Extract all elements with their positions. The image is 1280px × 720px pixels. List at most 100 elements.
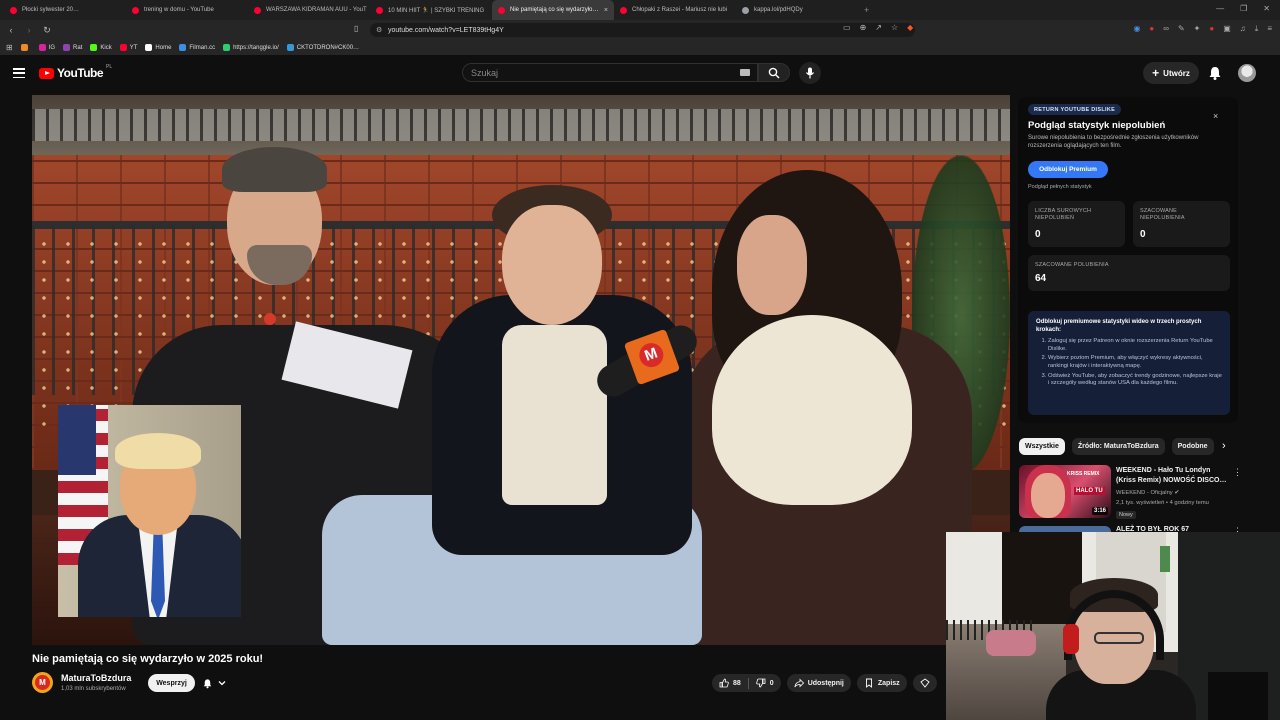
apps-grid-icon[interactable]: ⊞ bbox=[6, 43, 13, 52]
bookmark-label: Home bbox=[155, 44, 172, 51]
cast-icon[interactable]: ▭ bbox=[843, 23, 851, 32]
extension-icon[interactable]: ● bbox=[1149, 24, 1154, 34]
video-background-glass bbox=[32, 109, 1010, 141]
thumbnail-face bbox=[1031, 473, 1065, 518]
chip-all[interactable]: Wszystkie bbox=[1019, 438, 1065, 455]
tab-label: Nie pamiętają co się wydarzyło… bbox=[510, 7, 599, 13]
download-icon[interactable]: ⤓ bbox=[1255, 24, 1259, 34]
chevron-down-icon bbox=[218, 681, 226, 686]
media-icon[interactable]: ♫ bbox=[1240, 24, 1246, 34]
reload-icon[interactable]: ↻ bbox=[40, 23, 54, 37]
plus-icon: + bbox=[1152, 66, 1160, 80]
premium-step: Odśwież YouTube, aby zobaczyć trendy god… bbox=[1048, 373, 1222, 388]
browser-tab[interactable]: WARSZAWA KIDRAMAN AUU - YouT bbox=[248, 0, 370, 20]
save-button[interactable]: Zapisz bbox=[856, 674, 907, 692]
bookmark-item[interactable]: YT bbox=[119, 44, 138, 51]
sidebar-icon[interactable]: ▣ bbox=[1223, 24, 1231, 34]
youtube-logo[interactable]: YouTube PL bbox=[39, 64, 112, 80]
bookmark-item[interactable]: https://tanggle.io/ bbox=[223, 44, 279, 51]
chip-source-channel[interactable]: Źródło: MaturaToBzdura bbox=[1071, 438, 1165, 455]
recommendation-channel[interactable]: WEEKEND - Oficjalny ✔ bbox=[1116, 490, 1179, 496]
keyboard-icon[interactable] bbox=[740, 69, 750, 76]
unlock-premium-button[interactable]: Odblokuj Premium bbox=[1028, 161, 1108, 178]
browser-tab[interactable]: Płocki sylwester 20… bbox=[4, 0, 126, 20]
notifications-bell-icon[interactable] bbox=[1207, 65, 1223, 81]
ryd-panel: RETURN YOUTUBE DISLIKE × Podgląd statyst… bbox=[1018, 97, 1238, 423]
search-button[interactable] bbox=[758, 63, 790, 82]
video-player[interactable] bbox=[32, 95, 1010, 645]
girl-face bbox=[737, 215, 807, 315]
bookmark-item[interactable]: Filman.cc bbox=[179, 44, 215, 51]
new-tab-button[interactable]: + bbox=[864, 5, 869, 15]
brave-shield-icon[interactable]: ◆ bbox=[907, 23, 913, 32]
address-bar[interactable]: ⚙ youtube.com/watch?v=LET839tHg4Y bbox=[370, 23, 915, 37]
ryd-title: Podgląd statystyk niepolubień bbox=[1028, 120, 1166, 131]
bookmark-item[interactable]: Kick bbox=[90, 44, 112, 51]
share-button[interactable]: Udostępnij bbox=[786, 674, 851, 692]
channel-badge-logo bbox=[264, 313, 276, 325]
tab-favicon-icon bbox=[742, 6, 749, 14]
extension-icon[interactable]: ✎ bbox=[1178, 24, 1185, 34]
video-duration: 3:16 bbox=[1091, 507, 1108, 515]
browser-tab[interactable]: 10 MIN HIIT 🏃 | SZYBKI TRENING bbox=[370, 0, 492, 20]
channel-avatar[interactable]: M bbox=[32, 672, 53, 693]
close-tab-icon[interactable]: × bbox=[604, 7, 608, 14]
site-info-icon[interactable]: ⚙ bbox=[376, 26, 382, 34]
share-icon bbox=[794, 678, 804, 688]
browser-tab[interactable]: Chłopaki z Raszei - Mariusz nie lubi bbox=[614, 0, 736, 20]
dislike-button[interactable]: 0 bbox=[749, 678, 781, 688]
bookmark-label: YT bbox=[129, 44, 138, 51]
thanks-button[interactable] bbox=[912, 674, 937, 692]
wallet-icon[interactable]: ● bbox=[1209, 24, 1214, 34]
extension-icon[interactable]: ∞ bbox=[1163, 24, 1169, 34]
tab-list: Płocki sylwester 20… trening w domu - You… bbox=[4, 0, 858, 20]
tab-favicon-icon bbox=[254, 6, 261, 14]
puzzle-icon[interactable]: ✦ bbox=[1194, 24, 1201, 34]
close-icon[interactable]: × bbox=[1213, 111, 1218, 121]
account-avatar[interactable] bbox=[1238, 64, 1256, 82]
video-action-bar: 88 0 Udostępnij Zapisz bbox=[712, 674, 937, 692]
zoom-icon[interactable]: ⊕ bbox=[860, 23, 867, 32]
chevron-right-icon[interactable]: › bbox=[1222, 440, 1226, 452]
create-label: Utwórz bbox=[1163, 68, 1190, 78]
like-button[interactable]: 88 bbox=[712, 678, 748, 688]
restore-icon[interactable]: ❐ bbox=[1240, 4, 1247, 13]
bookmark-icon bbox=[223, 44, 231, 51]
bookmark-page-icon[interactable]: ▯ bbox=[354, 24, 358, 33]
menu-icon[interactable]: ≡ bbox=[1267, 24, 1272, 34]
chip-similar[interactable]: Podobne bbox=[1171, 438, 1214, 455]
share-page-icon[interactable]: ↗ bbox=[875, 23, 882, 32]
voice-search-button[interactable] bbox=[799, 62, 821, 84]
full-stats-link[interactable]: Podgląd pełnych statystyk bbox=[1028, 184, 1092, 190]
forward-icon[interactable]: › bbox=[22, 23, 36, 37]
browser-tab[interactable]: kappa.lol/pdHQDy bbox=[736, 0, 858, 20]
bookmark-star-icon[interactable]: ☆ bbox=[891, 23, 898, 32]
bookmark-list: IG Rat Kick YT Home Filman.cc https://tanggle.… bbox=[20, 44, 359, 51]
support-button[interactable]: Wesprzyj bbox=[148, 674, 195, 692]
browser-tab[interactable]: trening w domu - YouTube bbox=[126, 0, 248, 20]
bell-icon bbox=[203, 678, 212, 688]
streamer-glasses bbox=[1094, 632, 1144, 644]
bookmark-item[interactable]: IG bbox=[38, 44, 55, 51]
bookmark-item[interactable]: CKTOTDRON#CK00… bbox=[286, 44, 359, 51]
bookmark-label: https://tanggle.io/ bbox=[233, 44, 279, 51]
create-button[interactable]: + Utwórz bbox=[1143, 62, 1199, 84]
bookmark-item[interactable]: Rat bbox=[63, 44, 82, 51]
browser-tab[interactable]: Nie pamiętają co się wydarzyło… × bbox=[492, 0, 614, 20]
tab-favicon-icon bbox=[376, 6, 383, 14]
minimize-icon[interactable]: — bbox=[1216, 4, 1224, 13]
headphone-ear-cup bbox=[1063, 624, 1079, 654]
subscription-bell-button[interactable] bbox=[202, 674, 238, 692]
bookmark-item[interactable] bbox=[20, 44, 31, 51]
recommendation-title[interactable]: WEEKEND - Hało Tu Londyn (Kriss Remix) N… bbox=[1116, 466, 1228, 486]
more-options-icon[interactable]: ⋮ bbox=[1233, 467, 1242, 478]
channel-name[interactable]: MaturaToBzdura bbox=[61, 673, 131, 683]
bookmark-icon bbox=[865, 678, 872, 688]
extension-icon[interactable]: ◉ bbox=[1133, 24, 1140, 34]
back-icon[interactable]: ‹ bbox=[4, 23, 18, 37]
recommendation-thumbnail[interactable]: KRISS REMIX HALO TU 3:16 bbox=[1019, 465, 1111, 518]
search-input[interactable]: Szukaj bbox=[462, 63, 758, 82]
guide-menu-icon[interactable] bbox=[13, 68, 25, 78]
bookmark-item[interactable]: Home bbox=[145, 44, 171, 51]
close-window-icon[interactable]: ✕ bbox=[1263, 4, 1270, 13]
